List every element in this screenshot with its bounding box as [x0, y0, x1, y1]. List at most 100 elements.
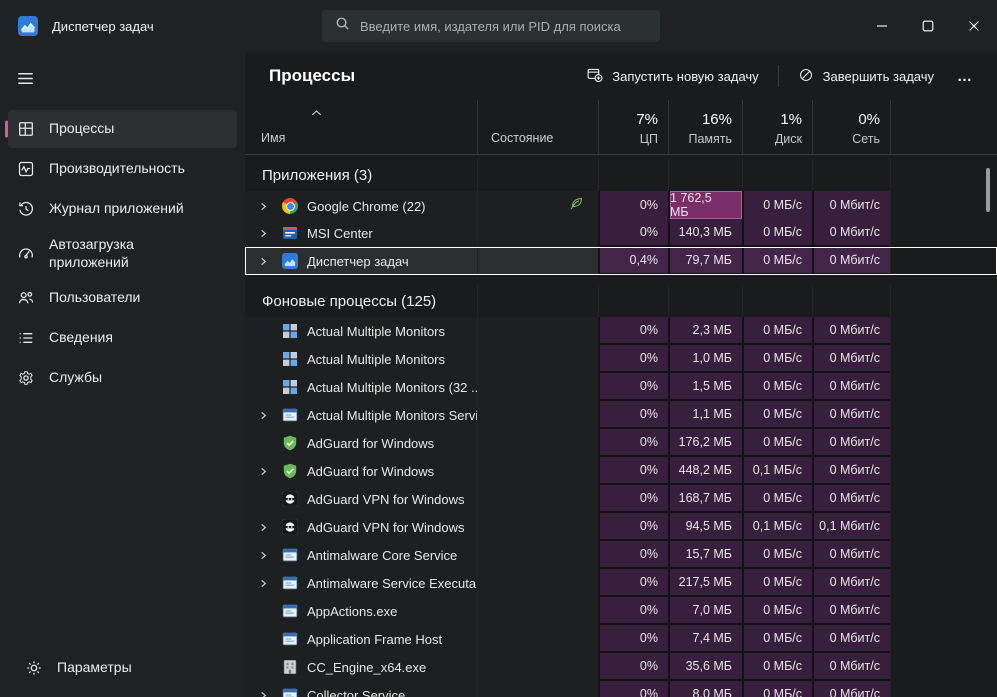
page-title: Процессы	[269, 66, 355, 86]
process-name-cell: Actual Multiple Monitors (32 ...	[245, 373, 477, 401]
process-name: Диспетчер задач	[307, 254, 409, 269]
expand-chevron-icon[interactable]	[258, 522, 282, 533]
taskmgr-app-icon	[282, 253, 298, 269]
network-value-cell: 0 Мбит/с	[812, 653, 890, 681]
process-name-cell: Google Chrome (22)	[245, 191, 477, 221]
column-header-disk[interactable]: 1% Диск	[742, 100, 812, 154]
minimize-button[interactable]	[859, 0, 905, 52]
expand-chevron-icon[interactable]	[258, 201, 282, 212]
amm-app-icon	[282, 323, 298, 339]
cpu-value-cell: 0%	[598, 345, 668, 373]
process-row[interactable]: CC_Engine_x64.exe0%35,6 МБ0 МБ/с0 Мбит/с	[245, 653, 997, 681]
selection-indicator	[5, 121, 8, 138]
window-controls	[859, 0, 997, 52]
row-filler	[890, 191, 997, 221]
column-header-network[interactable]: 0% Сеть	[812, 100, 890, 154]
disk-value-cell: 0 МБ/с	[742, 345, 812, 373]
run-new-task-button[interactable]: Запустить новую задачу	[575, 59, 769, 93]
maximize-button[interactable]	[905, 0, 951, 52]
network-value-cell: 0 Мбит/с	[812, 597, 890, 625]
process-row[interactable]: AdGuard VPN for Windows0%94,5 МБ0,1 МБ/с…	[245, 513, 997, 541]
expand-chevron-icon[interactable]	[258, 690, 282, 697]
status-cell	[477, 191, 598, 221]
sidebar-nav: Процессы Производительность Журнал приложе…	[0, 110, 245, 397]
sidebar-item-users[interactable]: Пользователи	[8, 279, 237, 317]
process-row[interactable]: AdGuard for Windows0%176,2 МБ0 МБ/с0 Мби…	[245, 429, 997, 457]
process-row[interactable]: Actual Multiple Monitors (32 ...0%1,5 МБ…	[245, 373, 997, 401]
row-filler	[890, 681, 997, 697]
row-filler	[890, 345, 997, 373]
exe-app-icon	[282, 547, 298, 563]
end-task-icon	[798, 67, 814, 86]
disk-value-cell: 0 МБ/с	[742, 191, 812, 221]
sidebar-item-app-history[interactable]: Журнал приложений	[8, 190, 237, 228]
vertical-scrollbar[interactable]	[986, 168, 990, 212]
column-header-cpu[interactable]: 7% ЦП	[598, 100, 668, 154]
services-icon	[16, 369, 35, 388]
sidebar-item-label: Параметры	[57, 659, 132, 677]
process-name: Google Chrome (22)	[307, 199, 426, 214]
process-row[interactable]: Actual Multiple Monitors0%2,3 МБ0 МБ/с0 …	[245, 317, 997, 345]
cpu-value-cell: 0%	[598, 681, 668, 697]
process-row[interactable]: Google Chrome (22)0%1 762,5 МБ0 МБ/с0 Мб…	[245, 191, 997, 219]
memory-value-cell: 1 762,5 МБ	[668, 191, 742, 221]
network-value-cell: 0 Мбит/с	[812, 457, 890, 485]
sidebar-item-label: Производительность	[49, 160, 185, 178]
sidebar-item-details[interactable]: Сведения	[8, 319, 237, 357]
process-row[interactable]: AppActions.exe0%7,0 МБ0 МБ/с0 Мбит/с	[245, 597, 997, 625]
expand-chevron-icon[interactable]	[258, 256, 282, 267]
close-button[interactable]	[951, 0, 997, 52]
sidebar-item-settings[interactable]: Параметры	[16, 649, 229, 687]
more-options-button[interactable]: …	[945, 64, 985, 89]
sidebar-item-startup-apps[interactable]: Автозагрузка приложений	[8, 230, 237, 277]
process-row[interactable]: AdGuard for Windows0%448,2 МБ0,1 МБ/с0 М…	[245, 457, 997, 485]
process-row[interactable]: Actual Multiple Monitors Servi...0%1,1 М…	[245, 401, 997, 429]
process-row[interactable]: AdGuard VPN for Windows0%168,7 МБ0 МБ/с0…	[245, 485, 997, 513]
search-input[interactable]	[360, 19, 650, 34]
menu-button[interactable]	[16, 70, 40, 92]
adguardvpn-app-icon	[282, 519, 298, 535]
sidebar-item-label: Автозагрузка приложений	[49, 236, 209, 271]
column-header-status[interactable]: Состояние	[477, 100, 598, 154]
process-row[interactable]: Application Frame Host0%7,4 МБ0 МБ/с0 Мб…	[245, 625, 997, 653]
process-row[interactable]: Диспетчер задач0,4%79,7 МБ0 МБ/с0 Мбит/с	[245, 247, 997, 275]
sidebar-item-processes[interactable]: Процессы	[8, 110, 237, 148]
cpu-value-cell: 0%	[598, 457, 668, 485]
process-name: AppActions.exe	[307, 604, 397, 619]
status-cell	[477, 219, 598, 247]
process-row[interactable]: MSI Center0%140,3 МБ0 МБ/с0 Мбит/с	[245, 219, 997, 247]
column-header-row: Имя Состояние 7% ЦП 16% Память 1% Диск	[245, 100, 997, 155]
exe-app-icon	[282, 687, 298, 697]
efficiency-leaf-icon	[568, 195, 585, 217]
process-name: AdGuard VPN for Windows	[307, 520, 465, 535]
status-cell	[477, 541, 598, 569]
expand-chevron-icon[interactable]	[258, 550, 282, 561]
new-task-icon	[586, 66, 603, 86]
status-cell	[477, 247, 598, 275]
toolbar-divider	[778, 65, 779, 87]
row-filler	[890, 317, 997, 345]
expand-chevron-icon[interactable]	[258, 578, 282, 589]
end-task-button[interactable]: Завершить задачу	[787, 60, 945, 93]
expand-chevron-icon[interactable]	[258, 410, 282, 421]
sidebar-item-performance[interactable]: Производительность	[8, 150, 237, 188]
process-name-cell: Antimalware Service Executable	[245, 569, 477, 597]
process-row[interactable]: Antimalware Service Executable0%217,5 МБ…	[245, 569, 997, 597]
column-header-name[interactable]: Имя	[245, 100, 477, 154]
search-box[interactable]	[322, 10, 660, 42]
expand-chevron-icon[interactable]	[258, 466, 282, 477]
sidebar-item-services[interactable]: Службы	[8, 359, 237, 397]
sidebar-item-label: Пользователи	[49, 289, 140, 307]
amm-app-icon	[282, 379, 298, 395]
process-row[interactable]: Antimalware Core Service0%15,7 МБ0 МБ/с0…	[245, 541, 997, 569]
disk-value-cell: 0 МБ/с	[742, 597, 812, 625]
expand-chevron-icon[interactable]	[258, 228, 282, 239]
process-row[interactable]: Actual Multiple Monitors0%1,0 МБ0 МБ/с0 …	[245, 345, 997, 373]
memory-value-cell: 15,7 МБ	[668, 541, 742, 569]
cpu-value-cell: 0%	[598, 653, 668, 681]
column-header-memory[interactable]: 16% Память	[668, 100, 742, 154]
column-header-filler	[890, 100, 997, 154]
network-value-cell: 0 Мбит/с	[812, 541, 890, 569]
process-name: Actual Multiple Monitors	[307, 324, 445, 339]
process-row[interactable]: Collector Service0%8,0 МБ0 МБ/с0 Мбит/с	[245, 681, 997, 697]
